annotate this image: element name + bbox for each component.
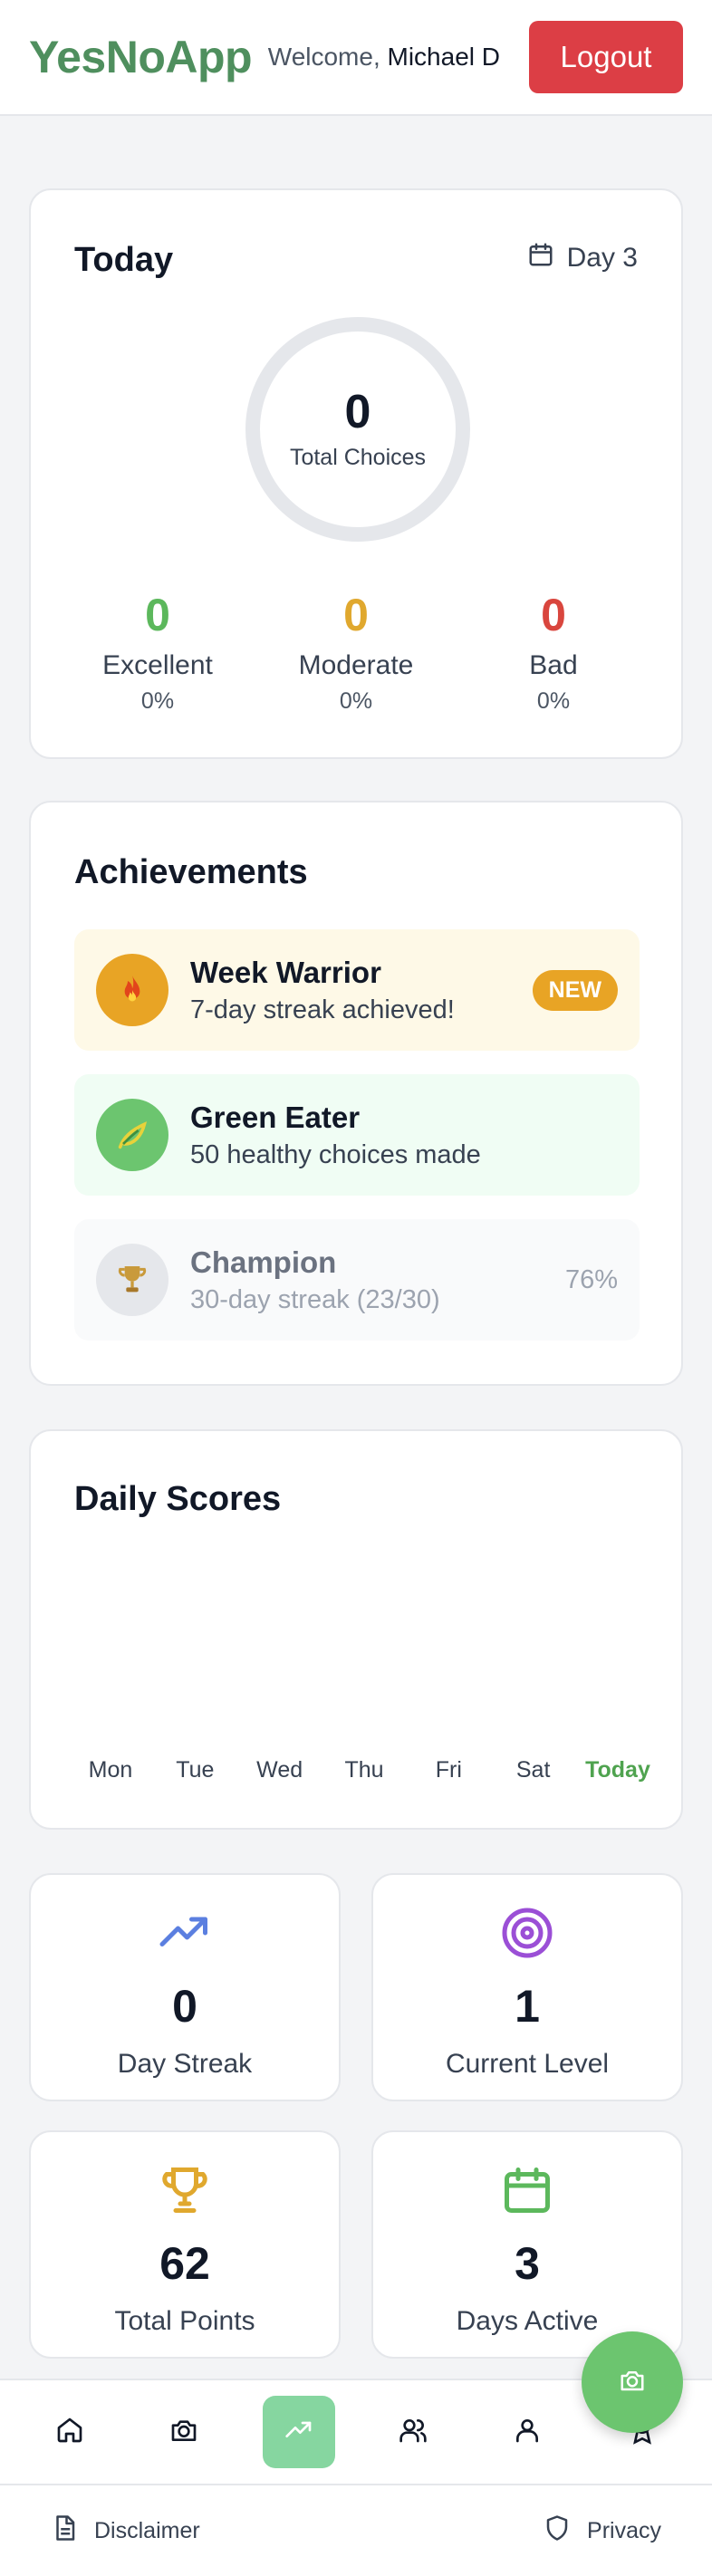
stat-excellent-percent: 0% <box>140 688 175 714</box>
today-title: Today <box>74 241 174 279</box>
achievement-text: Champion 30-day streak (23/30) <box>190 1245 565 1315</box>
new-badge: NEW <box>532 969 618 1011</box>
logout-button[interactable]: Logout <box>529 21 683 93</box>
app-header: YesNoApp Welcome, Michael D Logout <box>0 0 712 116</box>
achievement-progress: 76% <box>564 1264 618 1294</box>
achievement-champion[interactable]: Champion 30-day streak (23/30) 76% <box>74 1219 640 1341</box>
achievement-green-eater[interactable]: Green Eater 50 healthy choices made <box>74 1074 640 1196</box>
stat-moderate-percent: 0% <box>339 688 373 714</box>
daily-scores-title: Daily Scores <box>74 1480 282 1518</box>
welcome-prefix: Welcome, <box>267 43 380 71</box>
achievement-desc: 30-day streak (23/30) <box>190 1284 440 1314</box>
calendar-icon <box>373 2163 681 2217</box>
leaf-icon <box>96 1099 168 1171</box>
day-label-mon: Mon <box>88 1757 133 1783</box>
target-icon <box>373 1906 681 1960</box>
stat-excellent-label: Excellent <box>102 650 213 680</box>
nav-camera[interactable] <box>148 2396 220 2468</box>
nav-home[interactable] <box>34 2396 106 2468</box>
document-icon <box>51 2514 78 2548</box>
day-label-wed: Wed <box>256 1757 303 1783</box>
achievements-title: Achievements <box>74 853 308 891</box>
tile-day-streak: 0 Day Streak <box>29 1873 341 2101</box>
camera-icon <box>619 2367 646 2398</box>
day-label-thu: Thu <box>344 1757 384 1783</box>
stat-excellent: 0 Excellent 0% <box>67 592 248 715</box>
nav-progress[interactable] <box>262 2396 335 2468</box>
achievements-card: Achievements Week Warrior 7-day streak a… <box>29 801 683 1386</box>
disclaimer-link[interactable]: Disclaimer <box>51 2514 200 2548</box>
daily-scores-card: Daily Scores Mon Tue Wed Thu Fri Sat Tod… <box>29 1429 683 1830</box>
camera-icon <box>169 2416 198 2449</box>
achievement-text: Green Eater 50 healthy choices made <box>190 1101 618 1170</box>
tile-value: 3 <box>515 2238 540 2289</box>
trending-up-icon <box>31 1906 339 1960</box>
achievement-week-warrior[interactable]: Week Warrior 7-day streak achieved! NEW <box>74 929 640 1051</box>
achievement-desc: 7-day streak achieved! <box>190 995 455 1024</box>
stat-moderate-label: Moderate <box>298 650 414 680</box>
tile-total-points: 62 Total Points <box>29 2130 341 2359</box>
app-logo[interactable]: YesNoApp <box>29 31 253 83</box>
trending-up-icon <box>284 2416 313 2449</box>
footer: Disclaimer Privacy <box>0 2484 712 2576</box>
tile-value: 0 <box>172 1981 197 2032</box>
trophy-icon <box>96 1244 168 1316</box>
today-card: Today Day 3 0 Total Choices 0 Excellent … <box>29 188 683 759</box>
tile-value: 62 <box>159 2238 210 2289</box>
welcome-text: Welcome, Michael D <box>268 43 500 72</box>
camera-fab-button[interactable] <box>582 2331 683 2433</box>
total-choices-value: 0 <box>344 385 371 438</box>
stat-moderate: 0 Moderate 0% <box>265 592 447 715</box>
days-axis: Mon Tue Wed Thu Fri Sat Today <box>74 1757 654 1783</box>
stat-bad: 0 Bad 0% <box>463 592 644 715</box>
header-user-area: Welcome, Michael D Logout <box>268 21 683 93</box>
tile-current-level: 1 Current Level <box>371 1873 683 2101</box>
user-name: Michael D <box>387 43 500 71</box>
users-icon <box>399 2416 428 2449</box>
calendar-icon <box>527 241 554 275</box>
stat-bad-value: 0 <box>541 590 566 640</box>
stat-bad-percent: 0% <box>536 688 571 714</box>
day-label-sat: Sat <box>515 1757 551 1783</box>
achievement-text: Week Warrior 7-day streak achieved! <box>190 956 533 1025</box>
nav-profile[interactable] <box>491 2396 563 2468</box>
day-label: Day 3 <box>566 243 638 273</box>
home-icon <box>55 2416 84 2449</box>
tile-label: Day Streak <box>117 2049 253 2079</box>
tile-days-active: 3 Days Active <box>371 2130 683 2359</box>
nav-friends[interactable] <box>377 2396 449 2468</box>
trophy-icon <box>31 2163 339 2217</box>
day-label-today: Today <box>585 1757 650 1783</box>
achievement-name: Green Eater <box>190 1100 361 1134</box>
day-label-fri: Fri <box>435 1757 462 1783</box>
tile-value: 1 <box>515 1981 540 2032</box>
stat-excellent-value: 0 <box>145 590 170 640</box>
disclaimer-label: Disclaimer <box>94 2517 200 2543</box>
achievement-name: Week Warrior <box>190 955 381 989</box>
achievement-name: Champion <box>190 1245 337 1279</box>
day-badge: Day 3 <box>527 241 638 275</box>
privacy-label: Privacy <box>587 2517 661 2543</box>
total-choices-ring: 0 Total Choices <box>245 317 470 542</box>
shield-icon <box>544 2514 571 2548</box>
stat-bad-label: Bad <box>529 650 578 680</box>
tile-label: Total Points <box>114 2306 255 2336</box>
tile-label: Current Level <box>445 2049 610 2079</box>
user-icon <box>513 2416 542 2449</box>
fire-icon <box>96 954 168 1026</box>
achievement-desc: 50 healthy choices made <box>190 1139 481 1169</box>
privacy-link[interactable]: Privacy <box>544 2514 661 2548</box>
day-label-tue: Tue <box>176 1757 215 1783</box>
total-choices-label: Total Choices <box>289 444 427 470</box>
stat-moderate-value: 0 <box>343 590 369 640</box>
